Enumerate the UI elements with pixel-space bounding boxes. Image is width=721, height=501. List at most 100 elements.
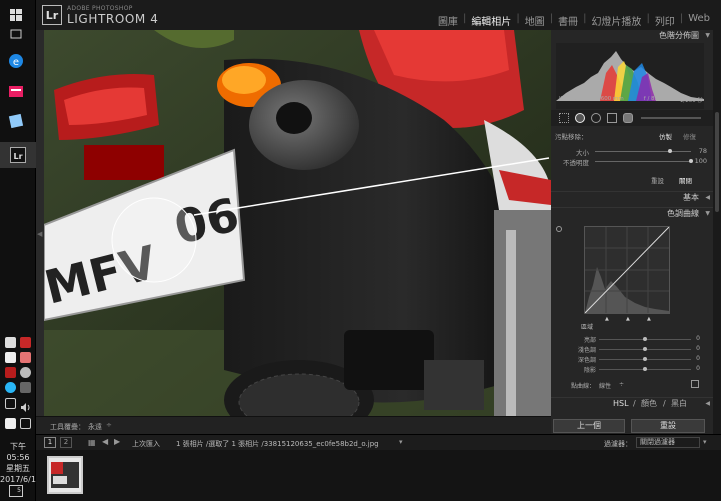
previous-button[interactable]: 上一個 (553, 419, 625, 433)
lights-value[interactable]: 0 (696, 345, 700, 352)
filmstrip-thumbnail[interactable] (47, 456, 83, 494)
module-tab[interactable]: 地圖 (522, 13, 548, 28)
tray-pinwheel-icon[interactable] (20, 352, 31, 363)
spot-removal-tool-icon[interactable] (575, 113, 585, 123)
size-label: 大小 (576, 149, 589, 157)
svg-text:Lr: Lr (13, 152, 22, 161)
module-tab[interactable]: 編輯相片 (468, 13, 514, 28)
scrollbar-thumb[interactable] (715, 112, 719, 212)
size-slider-knob[interactable] (667, 149, 672, 153)
darks-slider-knob[interactable] (643, 357, 647, 361)
curve-split-markers[interactable]: ▲ ▲ ▲ (584, 316, 670, 322)
spot-mode-clone[interactable]: 仿製 (659, 131, 672, 141)
filmstrip-bar: 1 2 ▦ ◀ ▶ 上次匯入 1 張相片 /選取了 1 張相片 /3381512… (36, 434, 721, 450)
opacity-slider[interactable] (595, 161, 691, 162)
hsl-header[interactable]: HSL / 顏色 / 黑白 ◀ (551, 397, 713, 409)
point-curve-select[interactable]: 線性 (599, 381, 611, 390)
size-value[interactable]: 78 (699, 147, 707, 155)
expand-triangle-icon: ◀ (705, 194, 710, 201)
right-panel-scrollbar[interactable] (713, 30, 721, 434)
bw-tab[interactable]: 黑白 (671, 398, 687, 410)
tone-curve-graph[interactable] (584, 226, 670, 314)
taskbar-clock[interactable]: 下午 05:56 星期五 2017/6/16 (0, 441, 41, 485)
tone-curve-title: 色調曲線 (667, 209, 699, 218)
target-adjust-icon[interactable] (556, 226, 562, 232)
adjustment-brush-tool-icon[interactable] (623, 113, 633, 123)
opacity-value[interactable]: 100 (695, 157, 707, 165)
module-tab[interactable]: 列印 (652, 13, 678, 28)
store-icon[interactable] (6, 82, 26, 100)
shadows-value[interactable]: 0 (696, 365, 700, 372)
lights-slider-knob[interactable] (643, 347, 647, 351)
start-icon[interactable] (6, 6, 26, 24)
tray-shield-icon[interactable] (5, 352, 16, 363)
keyboard-icon[interactable] (20, 418, 31, 429)
camera-info: ISO 400 600 mm f / 8.0 1/200 秒 (557, 96, 705, 104)
point-curve-dropdown-icon[interactable]: ÷ (619, 381, 624, 388)
left-panel-toggle-icon[interactable]: ◀ (37, 230, 43, 240)
notes-app-icon[interactable] (6, 112, 26, 130)
back-arrow-icon[interactable]: ◀ (102, 437, 108, 446)
input-method-icon[interactable] (5, 418, 16, 429)
source-dropdown-icon[interactable]: ▾ (399, 438, 403, 446)
filmstrip (36, 450, 721, 501)
filmstrip-source[interactable]: 上次匯入 (132, 439, 160, 449)
module-separator: | (516, 13, 520, 24)
window-1-button[interactable]: 1 (44, 437, 56, 448)
network-icon[interactable] (5, 398, 16, 409)
point-curve-label: 點曲線： (571, 383, 596, 390)
lightroom-taskbar-icon[interactable]: Lr (0, 142, 36, 168)
edit-point-curve-icon[interactable] (691, 380, 699, 388)
edge-browser-icon[interactable]: e (6, 52, 26, 70)
forward-arrow-icon[interactable]: ▶ (114, 437, 120, 446)
task-view-icon[interactable] (6, 25, 26, 43)
tool-overlay-select[interactable]: 永遠 (88, 422, 102, 432)
tray-pdf-icon[interactable] (20, 337, 31, 348)
darks-value[interactable]: 0 (696, 355, 700, 362)
size-slider[interactable] (595, 151, 691, 152)
tray-network-app-icon[interactable] (5, 382, 16, 393)
filter-toggle-icon[interactable]: ▾ (703, 438, 707, 446)
windows-taskbar: e Lr 下午 05:56 星期五 2017/6/16 5 (0, 0, 41, 501)
photo-canvas[interactable]: MFV 06 (44, 30, 551, 416)
window-2-button[interactable]: 2 (60, 437, 72, 448)
tone-curve-header[interactable]: 色調曲線 ▼ (551, 207, 713, 219)
spot-reset-button[interactable]: 重設 (651, 175, 664, 185)
module-tab[interactable]: 圖庫 (435, 13, 461, 28)
grid-view-icon[interactable]: ▦ (88, 438, 96, 447)
histogram-header[interactable]: 色階分佈圖 ▼ (551, 30, 713, 42)
red-eye-tool-icon[interactable] (591, 113, 601, 123)
volume-icon[interactable] (20, 398, 31, 412)
reset-button[interactable]: 重設 (631, 419, 705, 433)
basic-header[interactable]: 基本 ◀ (551, 191, 713, 203)
spot-close-button[interactable]: 關閉 (679, 175, 692, 185)
collapse-triangle-icon: ▼ (705, 32, 710, 39)
module-tab[interactable]: Web (685, 13, 713, 28)
region-sliders: 區域 亮部 0 淺色調 0 深色調 0 陰影 0 點曲線： 線性 ÷ (551, 322, 713, 392)
shadows-slider-knob[interactable] (643, 367, 647, 371)
module-tab[interactable]: 幻燈片播放 (588, 13, 644, 28)
color-tab[interactable]: 顏色 (641, 398, 657, 410)
opacity-slider-knob[interactable] (689, 159, 693, 163)
panel-buttons: 上一個 重設 (551, 418, 713, 434)
spot-target-circle[interactable] (111, 197, 197, 283)
right-panel: 色階分佈圖 ▼ ISO 400 600 mm f / 8.0 1/200 秒 污… (551, 30, 713, 434)
spot-mode-heal[interactable]: 修復 (683, 131, 696, 141)
filter-select[interactable]: 關閉過濾器 (636, 437, 700, 448)
tray-app-icon[interactable] (5, 337, 16, 348)
bottom-toolbar: 工具覆疊： 永遠 ÷ (36, 416, 551, 434)
crop-tool-icon[interactable] (559, 113, 569, 123)
tray-cloud-icon[interactable] (20, 367, 31, 378)
highlights-value[interactable]: 0 (696, 335, 700, 342)
tray-show-hidden-icon[interactable] (20, 382, 31, 393)
tool-slider[interactable] (641, 117, 701, 119)
module-tab[interactable]: 書冊 (555, 13, 581, 28)
graduated-filter-tool-icon[interactable] (607, 113, 617, 123)
tray-red-app-icon[interactable] (5, 367, 16, 378)
tool-overlay-dropdown-icon[interactable]: ÷ (106, 421, 112, 429)
hsl-tab[interactable]: HSL (613, 398, 629, 410)
shadows-row: 陰影 0 (551, 364, 713, 374)
highlights-slider-knob[interactable] (643, 337, 647, 341)
notification-center-icon[interactable]: 5 (9, 485, 23, 497)
histogram-title: 色階分佈圖 (659, 31, 699, 40)
